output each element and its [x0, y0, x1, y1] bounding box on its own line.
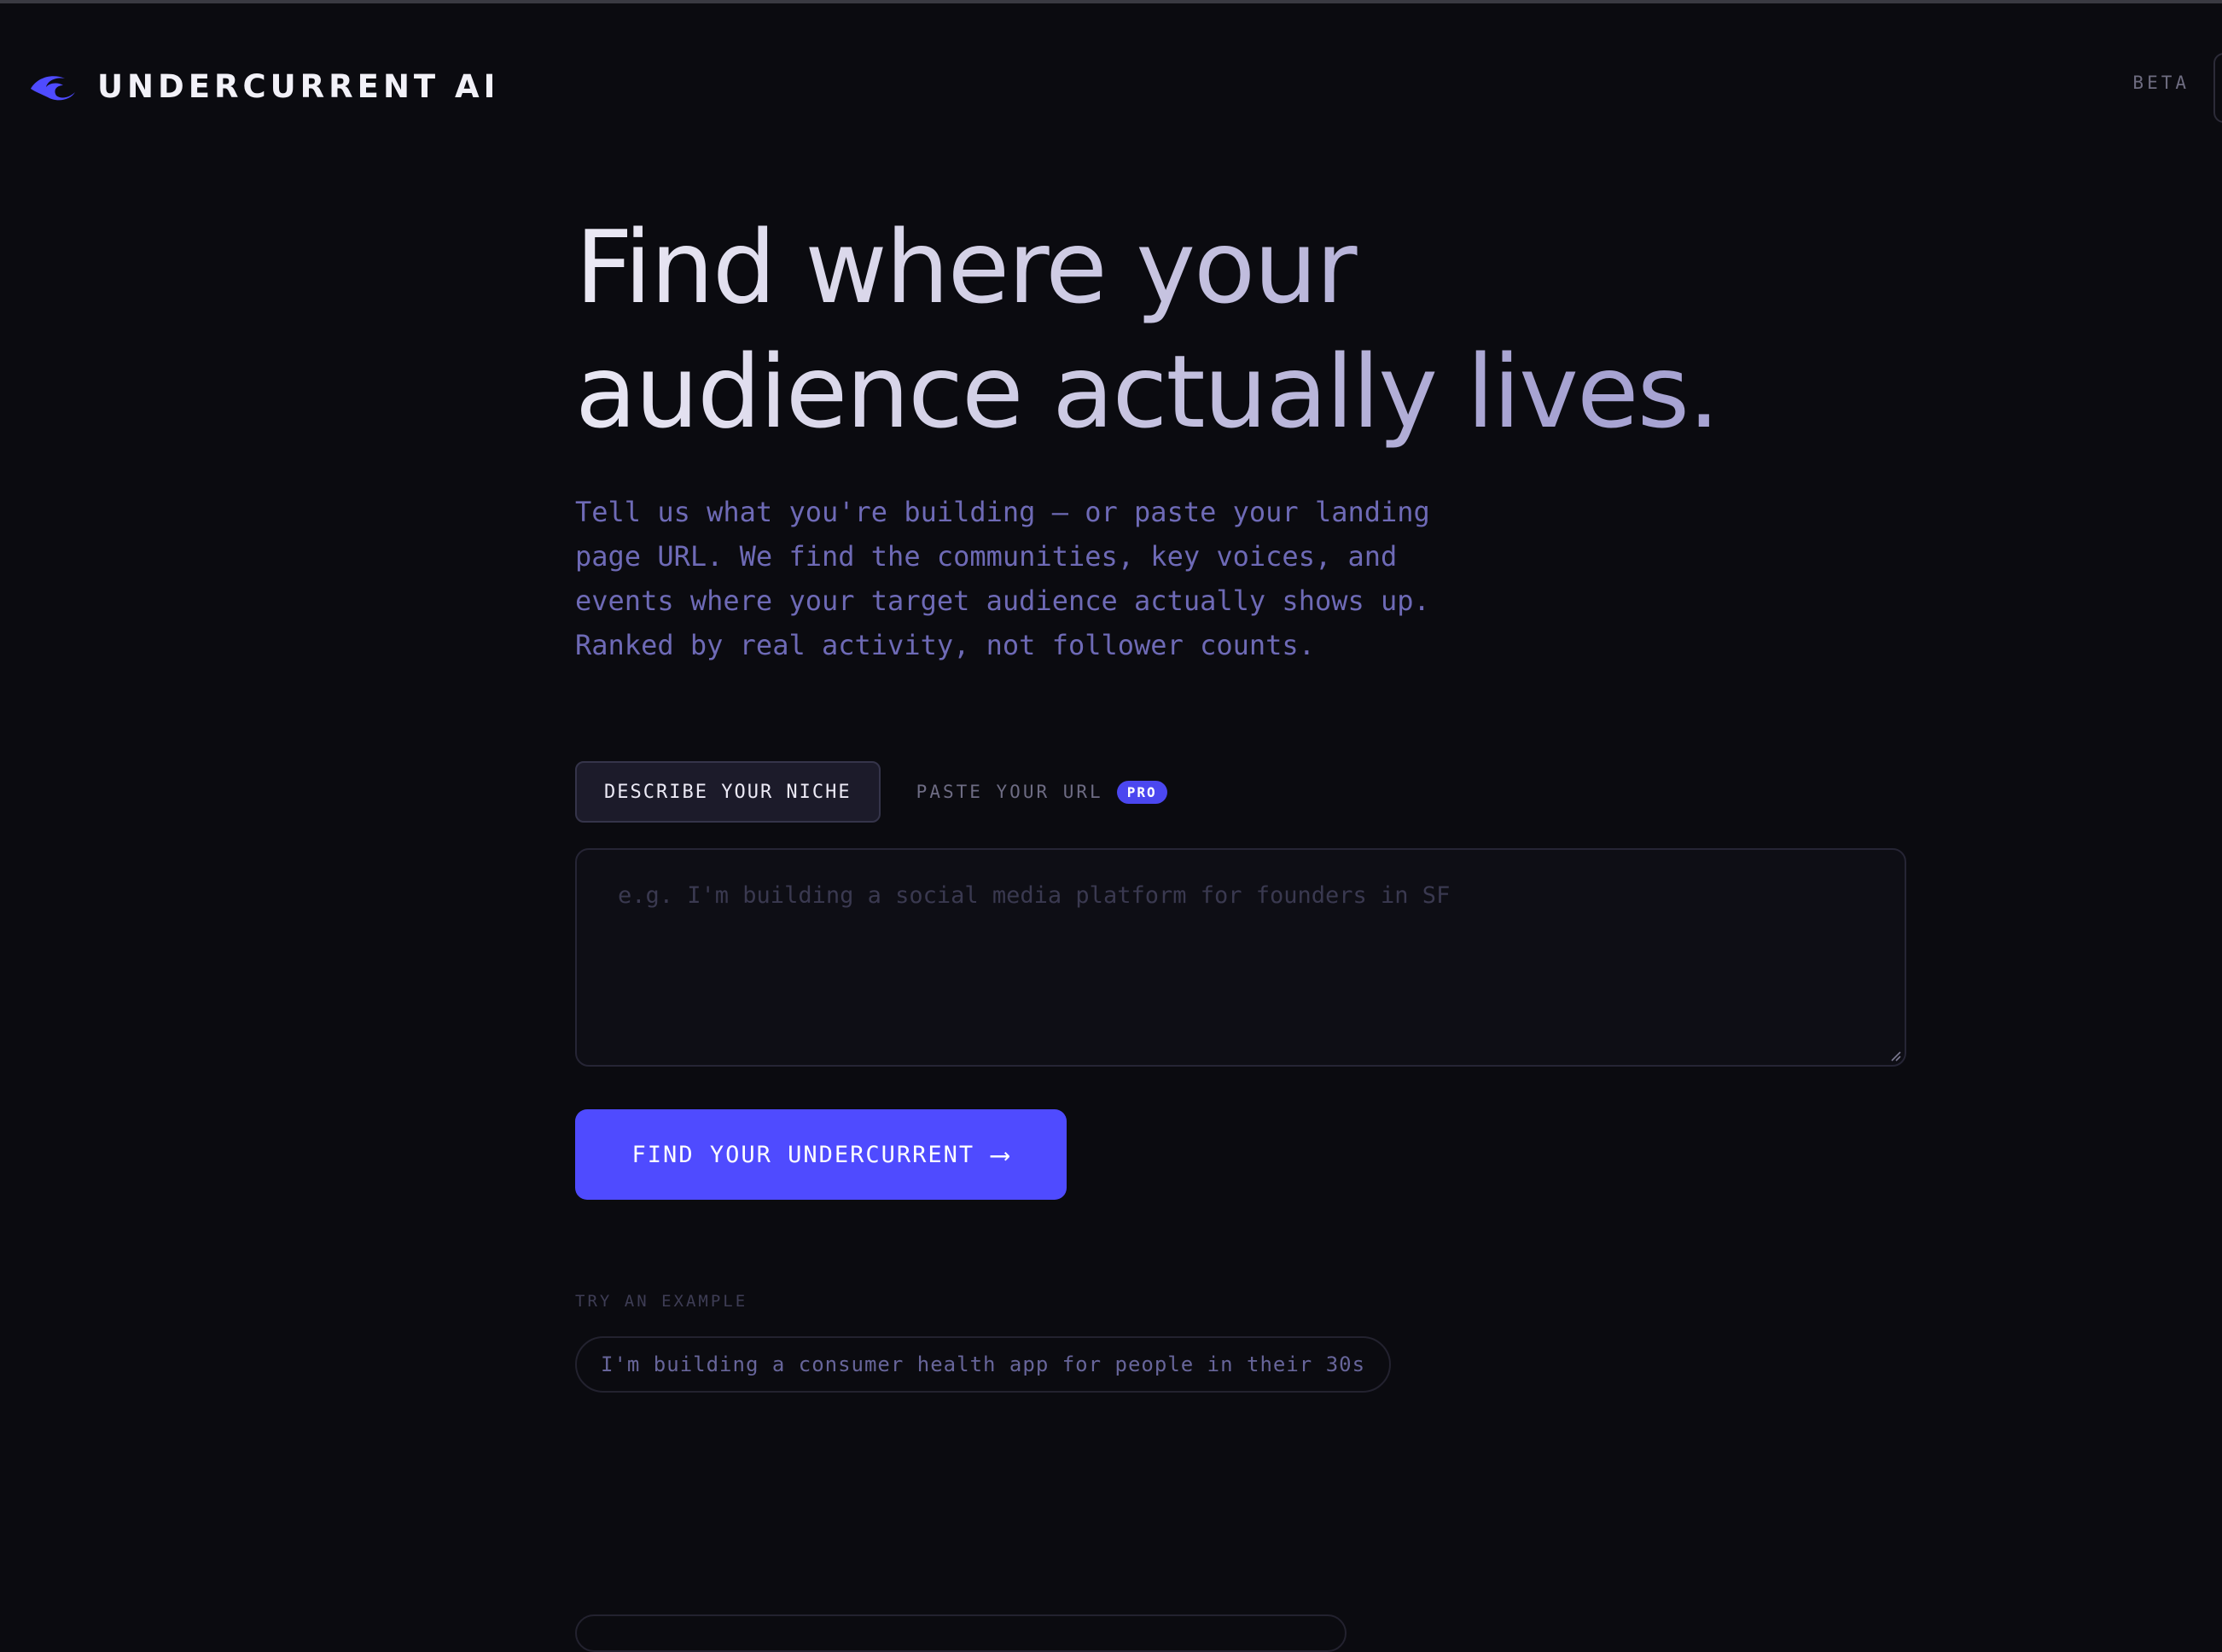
- input-mode-tabs: DESCRIBE YOUR NICHE PASTE YOUR URL PRO: [575, 761, 1167, 823]
- site-header: UNDERCURRENT AI BETA: [0, 3, 2222, 162]
- find-undercurrent-label: FIND YOUR UNDERCURRENT: [631, 1141, 975, 1168]
- pro-badge: PRO: [1116, 780, 1167, 804]
- niche-input-container: [575, 848, 1906, 1067]
- header-menu-button-edge[interactable]: [2213, 53, 2222, 123]
- example-chip[interactable]: I'm building a consumer health app for p…: [575, 1336, 1392, 1393]
- resize-handle-icon[interactable]: [1889, 1050, 1901, 1062]
- page-subtitle: Tell us what you're building — or paste …: [575, 496, 1430, 661]
- find-undercurrent-button[interactable]: FIND YOUR UNDERCURRENT ⟶: [575, 1109, 1067, 1200]
- tab-paste-url-label: PASTE YOUR URL: [916, 782, 1103, 802]
- tab-paste-url[interactable]: PASTE YOUR URL PRO: [916, 780, 1167, 804]
- page-headline: Find where your audience actually lives.: [575, 205, 1770, 454]
- tab-describe-niche-label: DESCRIBE YOUR NICHE: [604, 781, 852, 803]
- tab-describe-niche[interactable]: DESCRIBE YOUR NICHE: [575, 761, 881, 823]
- arrow-right-icon: ⟶: [992, 1138, 1010, 1171]
- brand-logo[interactable]: UNDERCURRENT AI: [27, 65, 499, 108]
- niche-input[interactable]: [577, 850, 1905, 1065]
- brand-name: UNDERCURRENT AI: [97, 67, 500, 105]
- example-chip-partial[interactable]: [575, 1614, 1347, 1652]
- example-chip-label: I'm building a consumer health app for p…: [601, 1352, 1366, 1376]
- wave-icon: [31, 76, 75, 101]
- examples-label: TRY AN EXAMPLE: [575, 1292, 748, 1311]
- beta-badge: BETA: [2132, 73, 2190, 93]
- main-content: Find where your audience actually lives.…: [575, 205, 1906, 1652]
